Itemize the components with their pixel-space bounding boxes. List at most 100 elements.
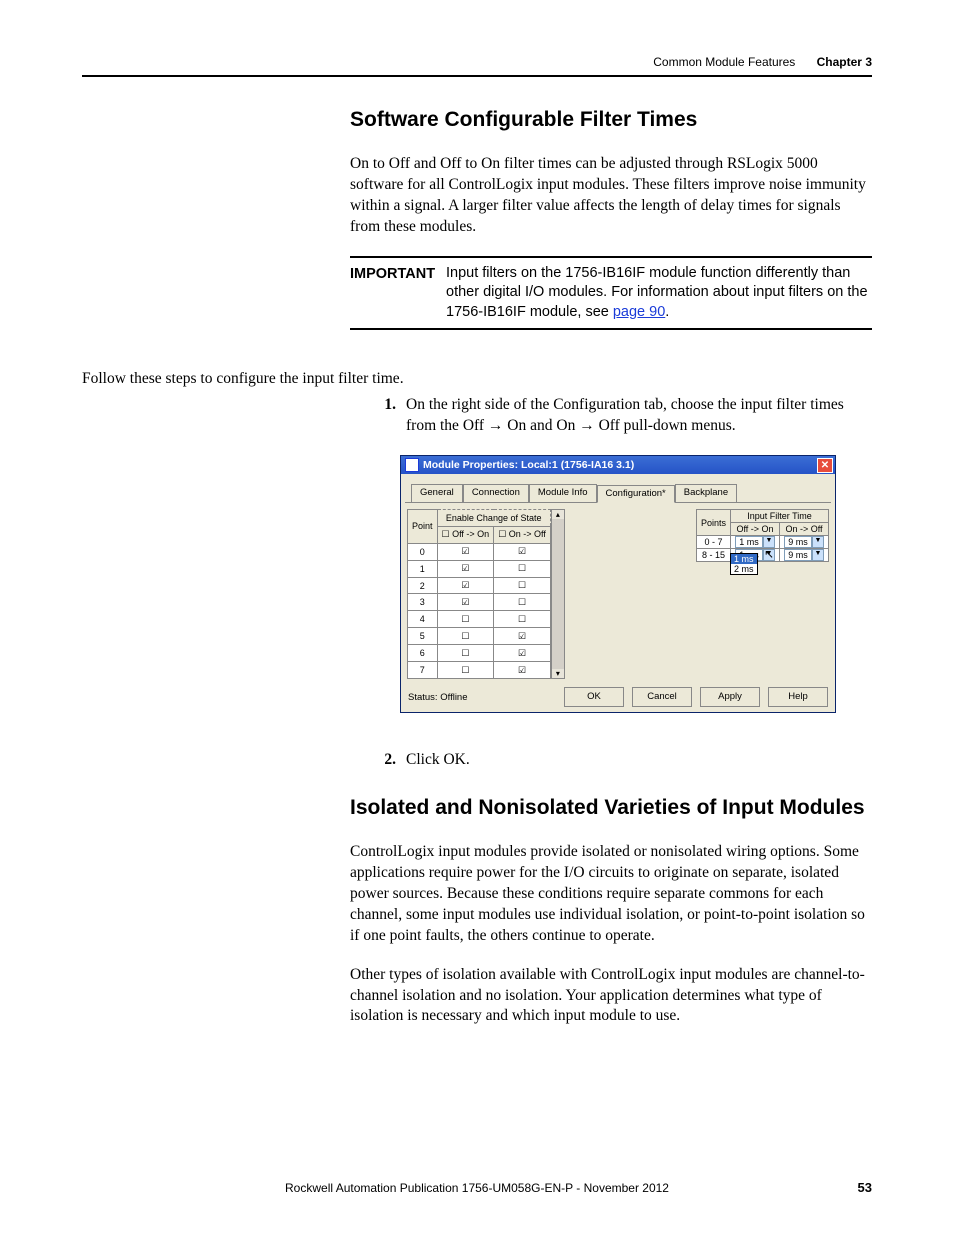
cos-off-on-checkbox[interactable]: ☐ <box>437 645 494 662</box>
cos-on-off-checkbox[interactable]: ☐ <box>494 611 551 628</box>
window-icon <box>405 458 419 472</box>
cos-on-off-checkbox[interactable]: ☐ <box>494 560 551 577</box>
tab-general[interactable]: General <box>411 484 463 502</box>
tab-module-info[interactable]: Module Info <box>529 484 597 502</box>
paragraph-1: On to Off and Off to On filter times can… <box>350 154 872 238</box>
header-rule <box>82 75 872 77</box>
important-box: IMPORTANT Input filters on the 1756-IB16… <box>350 256 872 331</box>
page-link[interactable]: page 90 <box>613 304 665 320</box>
cos-off-on-checkbox[interactable]: ☑ <box>437 577 494 594</box>
filter-on-off-header: On -> Off <box>780 523 829 536</box>
main-content: Software Configurable Filter Times On to… <box>350 108 872 350</box>
cos-point: 2 <box>408 577 438 594</box>
step-2-number: 2. <box>370 750 406 771</box>
step-2: 2. Click OK. <box>370 750 872 771</box>
cos-table-wrap: Point Enable Change of State ☐ Off -> On… <box>407 509 565 679</box>
step-1: 1. On the right side of the Configuratio… <box>370 395 872 437</box>
filter-row-1-points: 8 - 15 <box>696 549 730 562</box>
filter-row-0-offon[interactable]: 1 ms▼ <box>731 536 780 549</box>
cos-on-off-checkbox[interactable]: ☑ <box>494 543 551 560</box>
chevron-down-icon[interactable]: ▼ <box>763 536 775 548</box>
section-2: Isolated and Nonisolated Varieties of In… <box>350 796 872 1045</box>
step-2-text: Click OK. <box>406 750 872 771</box>
section-heading-1: Software Configurable Filter Times <box>350 108 872 132</box>
header-section: Common Module Features <box>653 55 795 69</box>
cos-on-off-checkbox[interactable]: ☑ <box>494 645 551 662</box>
section-heading-2: Isolated and Nonisolated Varieties of In… <box>350 796 872 820</box>
dropdown-menu[interactable]: 1 ms 2 ms <box>730 553 758 575</box>
scroll-down-icon[interactable]: ▾ <box>552 669 564 678</box>
paragraph-3: Other types of isolation available with … <box>350 965 872 1028</box>
cos-row: 7☐☑ <box>408 662 551 679</box>
cos-on-off-checkbox[interactable]: ☑ <box>494 628 551 645</box>
ok-button[interactable]: OK <box>564 687 624 707</box>
filter-row-0: 0 - 7 1 ms▼ 9 ms▼ <box>696 536 828 549</box>
filter-row-0-onoff[interactable]: 9 ms▼ <box>780 536 829 549</box>
filter-row-0-points: 0 - 7 <box>696 536 730 549</box>
cos-point: 7 <box>408 662 438 679</box>
filter-header: Input Filter Time <box>731 510 829 523</box>
step-2-wrap: 2. Click OK. <box>370 750 872 781</box>
cos-point: 4 <box>408 611 438 628</box>
cos-off-on-checkbox[interactable]: ☑ <box>437 594 494 611</box>
status-text: Status: Offline <box>408 692 468 703</box>
cos-row: 3☑☐ <box>408 594 551 611</box>
step-1-number: 1. <box>370 395 406 437</box>
dialog-screenshot: Module Properties: Local:1 (1756-IA16 3.… <box>400 455 836 713</box>
cancel-button[interactable]: Cancel <box>632 687 692 707</box>
close-icon[interactable]: ✕ <box>817 458 833 473</box>
chevron-down-icon[interactable]: ▼ <box>763 549 775 561</box>
col-off-on: ☐ Off -> On <box>437 526 494 543</box>
scroll-up-icon[interactable]: ▴ <box>552 510 564 519</box>
running-header: Common Module Features Chapter 3 <box>653 55 872 69</box>
chevron-down-icon[interactable]: ▼ <box>812 536 824 548</box>
filter-points-label: Points <box>696 510 730 536</box>
tab-backplane[interactable]: Backplane <box>675 484 737 502</box>
apply-button[interactable]: Apply <box>700 687 760 707</box>
status-row: Status: Offline OK Cancel Apply Help <box>400 687 836 707</box>
page: Common Module Features Chapter 3 Softwar… <box>0 0 954 1235</box>
cos-off-on-checkbox[interactable]: ☑ <box>437 560 494 577</box>
cos-row: 4☐☐ <box>408 611 551 628</box>
cos-point: 6 <box>408 645 438 662</box>
step-1-wrap: 1. On the right side of the Configuratio… <box>370 395 872 447</box>
page-number: 53 <box>858 1180 872 1195</box>
cos-header: Enable Change of State <box>437 510 550 527</box>
cos-off-on-checkbox[interactable]: ☐ <box>437 628 494 645</box>
filter-row-1-onoff[interactable]: 9 ms▼ <box>780 549 829 562</box>
cos-off-on-checkbox[interactable]: ☐ <box>437 662 494 679</box>
cos-row: 1☑☐ <box>408 560 551 577</box>
tab-row: General Connection Module Info Configura… <box>405 478 831 503</box>
important-text: Input filters on the 1756-IB16IF module … <box>446 264 872 323</box>
important-text-after: . <box>665 304 669 320</box>
config-panel: Point Enable Change of State ☐ Off -> On… <box>401 503 835 685</box>
tab-configuration[interactable]: Configuration* <box>597 485 675 503</box>
follow-paragraph: Follow these steps to configure the inpu… <box>82 370 872 388</box>
cos-point: 1 <box>408 560 438 577</box>
cos-row: 5☐☑ <box>408 628 551 645</box>
help-button[interactable]: Help <box>768 687 828 707</box>
filter-off-on-header: Off -> On <box>731 523 780 536</box>
cos-off-on-checkbox[interactable]: ☑ <box>437 543 494 560</box>
chevron-down-icon[interactable]: ▼ <box>812 549 824 561</box>
cos-on-off-checkbox[interactable]: ☑ <box>494 662 551 679</box>
cos-row: 6☐☑ <box>408 645 551 662</box>
filter-row-1: 8 - 15 1 ms ▼ 9 ms▼ <box>696 549 828 562</box>
important-label: IMPORTANT <box>350 264 446 323</box>
dropdown-option-2[interactable]: 2 ms <box>731 564 757 574</box>
titlebar: Module Properties: Local:1 (1756-IA16 3.… <box>401 456 835 474</box>
cos-off-on-checkbox[interactable]: ☐ <box>437 611 494 628</box>
paragraph-2: ControlLogix input modules provide isola… <box>350 842 872 947</box>
cos-on-off-checkbox[interactable]: ☐ <box>494 577 551 594</box>
window-title: Module Properties: Local:1 (1756-IA16 3.… <box>423 459 634 471</box>
cos-row: 2☑☐ <box>408 577 551 594</box>
dialog-window: Module Properties: Local:1 (1756-IA16 3.… <box>400 455 836 713</box>
filter-table-wrap: Points Input Filter Time Off -> On On ->… <box>696 509 829 679</box>
button-row: OK Cancel Apply Help <box>564 687 828 707</box>
cos-table: Point Enable Change of State ☐ Off -> On… <box>407 509 551 679</box>
scrollbar[interactable]: ▴ ▾ <box>551 509 565 679</box>
dropdown-option-1[interactable]: 1 ms <box>731 554 757 564</box>
cos-point: 3 <box>408 594 438 611</box>
tab-connection[interactable]: Connection <box>463 484 529 502</box>
cos-on-off-checkbox[interactable]: ☐ <box>494 594 551 611</box>
